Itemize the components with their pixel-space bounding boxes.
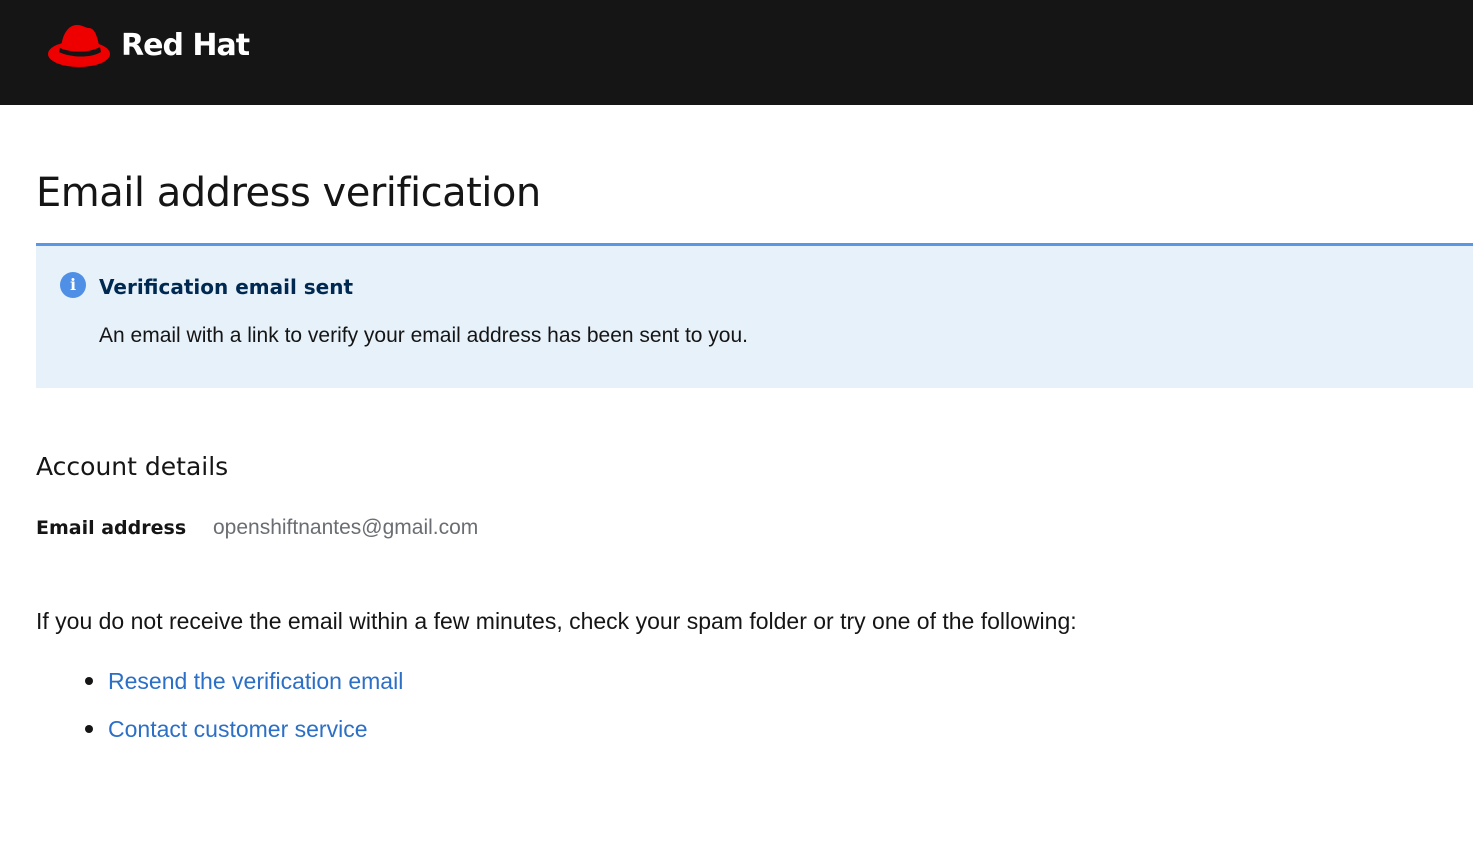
account-details-heading: Account details bbox=[36, 452, 229, 481]
instructions-text: If you do not receive the email within a… bbox=[36, 608, 1077, 634]
red-hat-logo[interactable]: Red Hat bbox=[47, 20, 250, 72]
info-circle-icon: i bbox=[60, 272, 86, 298]
alert-message: An email with a link to verify your emai… bbox=[99, 324, 748, 347]
red-hat-fedora-icon bbox=[47, 21, 111, 71]
list-item: Contact customer service bbox=[36, 713, 403, 761]
info-alert: i Verification email sent An email with … bbox=[36, 243, 1473, 388]
page-title: Email address verification bbox=[36, 170, 541, 216]
list-item: Resend the verification email bbox=[36, 665, 403, 713]
email-address-label: Email address bbox=[36, 517, 187, 539]
contact-customer-service-link[interactable]: Contact customer service bbox=[108, 716, 367, 742]
bullet bbox=[85, 725, 93, 733]
resend-verification-email-link[interactable]: Resend the verification email bbox=[108, 668, 403, 694]
brand-name: Red Hat bbox=[121, 28, 250, 63]
email-address-value: openshiftnantes@gmail.com bbox=[213, 516, 479, 539]
options-list: Resend the verification email Contact cu… bbox=[36, 665, 403, 761]
masthead: Red Hat bbox=[0, 0, 1473, 105]
bullet bbox=[85, 677, 93, 685]
alert-title: Verification email sent bbox=[99, 275, 354, 299]
